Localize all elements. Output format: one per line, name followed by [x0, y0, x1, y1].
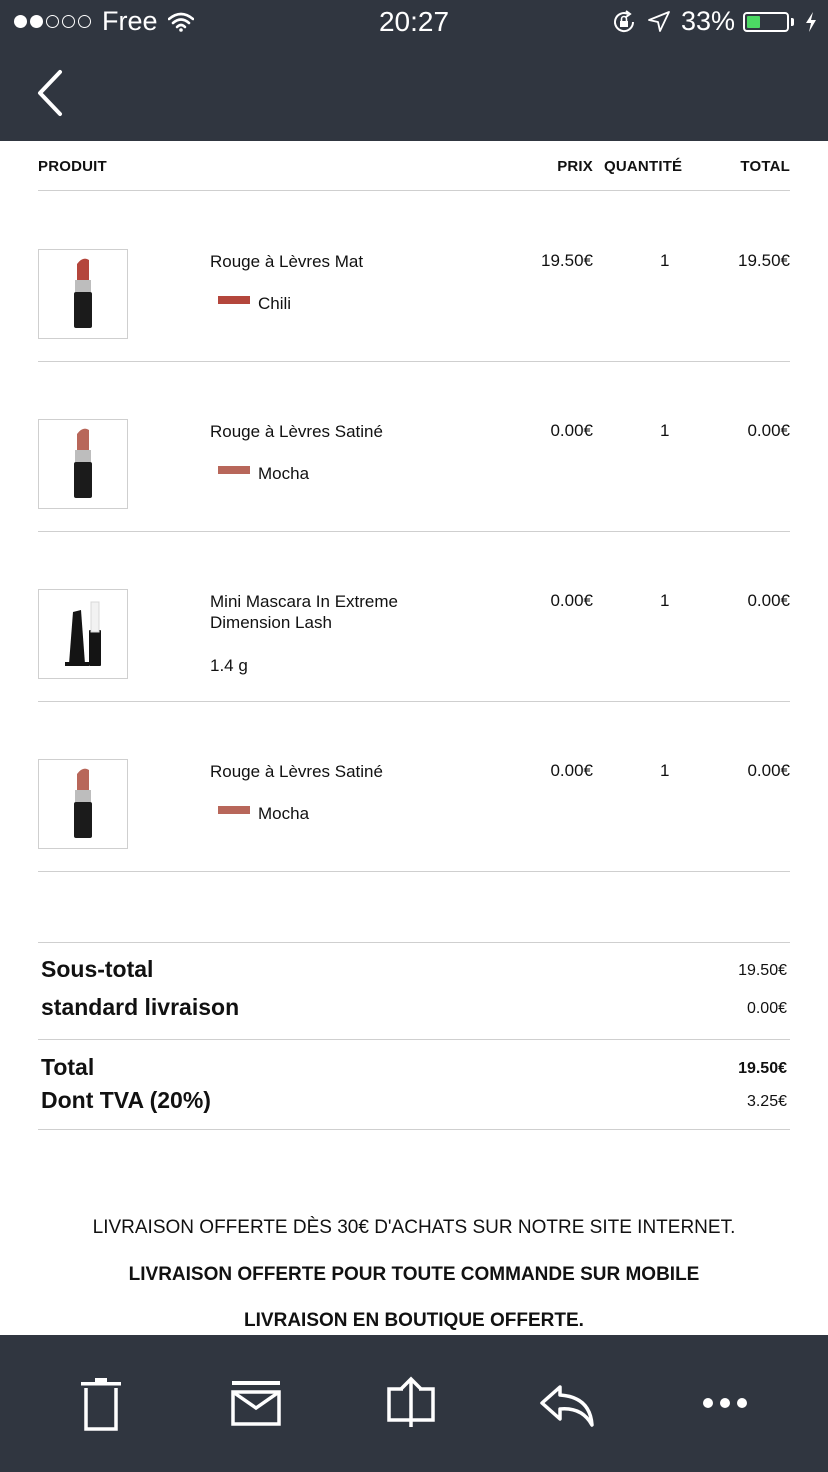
header-product: PRODUIT — [38, 158, 107, 175]
product-size: 1.4 g — [210, 656, 248, 675]
order-row: Rouge à Lèvres Satiné Mocha 0.00€ 1 0.00… — [38, 701, 790, 872]
reply-button[interactable] — [538, 1375, 598, 1435]
product-name: Rouge à Lèvres Mat — [210, 252, 364, 271]
charging-bolt-icon — [806, 11, 816, 32]
lipstick-image — [74, 428, 92, 498]
subtotal-label: Sous-total — [41, 956, 154, 982]
move-to-folder-button[interactable] — [381, 1375, 441, 1435]
product-quantity: 1 — [660, 251, 670, 270]
shade-swatch — [218, 466, 250, 474]
reply-icon — [540, 1385, 594, 1427]
product-price: 0.00€ — [550, 421, 593, 440]
chevron-left-icon — [38, 70, 62, 116]
promo-free-shipping-mobile: LIVRAISON OFFERTE POUR TOUTE COMMANDE SU… — [128, 1264, 700, 1285]
product-name: Rouge à Lèvres Satiné — [210, 422, 383, 441]
product-name: Rouge à Lèvres Satiné — [210, 762, 383, 781]
product-total: 0.00€ — [747, 421, 790, 440]
shipping-label: standard livraison — [41, 994, 240, 1020]
status-bar: Free 20:27 33% — [0, 0, 828, 44]
order-table-header: PRODUIT PRIX QUANTITÉ TOTAL — [38, 158, 790, 191]
product-total: 0.00€ — [747, 761, 790, 780]
product-total: 19.50€ — [738, 251, 790, 270]
shade-name: Mocha — [258, 464, 310, 483]
product-image — [38, 419, 128, 509]
product-price: 19.50€ — [541, 251, 593, 270]
more-icon — [703, 1398, 747, 1408]
navigation-bar — [0, 44, 828, 141]
divider — [38, 1129, 790, 1130]
product-variant: Chili — [218, 294, 291, 314]
location-arrow-icon — [648, 10, 670, 32]
promo-free-shipping-site: LIVRAISON OFFERTE DÈS 30€ D'ACHATS SUR N… — [92, 1217, 736, 1238]
product-total: 0.00€ — [747, 591, 790, 610]
product-image — [38, 759, 128, 849]
header-quantity: QUANTITÉ — [604, 158, 683, 175]
product-image — [38, 589, 128, 679]
shade-name: Mocha — [258, 804, 310, 823]
product-image — [38, 249, 128, 339]
battery-fill — [747, 15, 760, 28]
product-price: 0.00€ — [550, 591, 593, 610]
battery-tip — [791, 17, 794, 26]
archive-button[interactable] — [226, 1375, 286, 1435]
total-label: Total — [41, 1054, 95, 1080]
more-button[interactable] — [695, 1375, 755, 1435]
product-quantity: 1 — [660, 761, 670, 780]
lipstick-image — [74, 768, 92, 838]
header-price: PRIX — [557, 158, 593, 175]
subtotal-value: 19.50€ — [738, 962, 787, 979]
trash-button[interactable] — [71, 1375, 131, 1435]
battery-percent: 33% — [680, 6, 735, 36]
order-row: Mini Mascara In Extreme Dimension Lash 1… — [38, 531, 790, 702]
divider — [38, 942, 790, 943]
battery-icon — [743, 11, 789, 32]
shade-name: Chili — [258, 294, 292, 313]
header-total: TOTAL — [740, 158, 790, 175]
orientation-lock-icon — [614, 9, 634, 32]
total-value: 19.50€ — [738, 1060, 787, 1077]
vat-value: 3.25€ — [746, 1093, 787, 1110]
shipping-value: 0.00€ — [746, 1000, 787, 1017]
product-name: Mini Mascara In Extreme Dimension Lash — [210, 592, 398, 632]
back-button[interactable] — [30, 68, 74, 118]
vat-label: Dont TVA (20%) — [41, 1087, 211, 1113]
order-row: Rouge à Lèvres Mat Chili 19.50€ 1 19.50€ — [38, 191, 790, 362]
product-variant: Mocha — [218, 804, 309, 824]
divider — [38, 1039, 790, 1040]
shade-swatch — [218, 806, 250, 814]
archive-icon — [231, 1381, 281, 1426]
status-right-group: 33% — [601, 6, 818, 37]
shade-swatch — [218, 296, 250, 304]
order-row: Rouge à Lèvres Satiné Mocha 0.00€ 1 0.00… — [38, 361, 790, 532]
trash-icon — [81, 1378, 121, 1431]
product-variant: Mocha — [218, 464, 309, 484]
product-price: 0.00€ — [550, 761, 593, 780]
bottom-toolbar — [0, 1335, 828, 1472]
product-quantity: 1 — [660, 591, 670, 610]
promo-free-store-delivery: LIVRAISON EN BOUTIQUE OFFERTE. — [244, 1310, 584, 1331]
move-to-folder-icon — [387, 1376, 435, 1427]
product-quantity: 1 — [660, 421, 670, 440]
mascara-image — [65, 601, 101, 666]
lipstick-image — [74, 258, 92, 328]
